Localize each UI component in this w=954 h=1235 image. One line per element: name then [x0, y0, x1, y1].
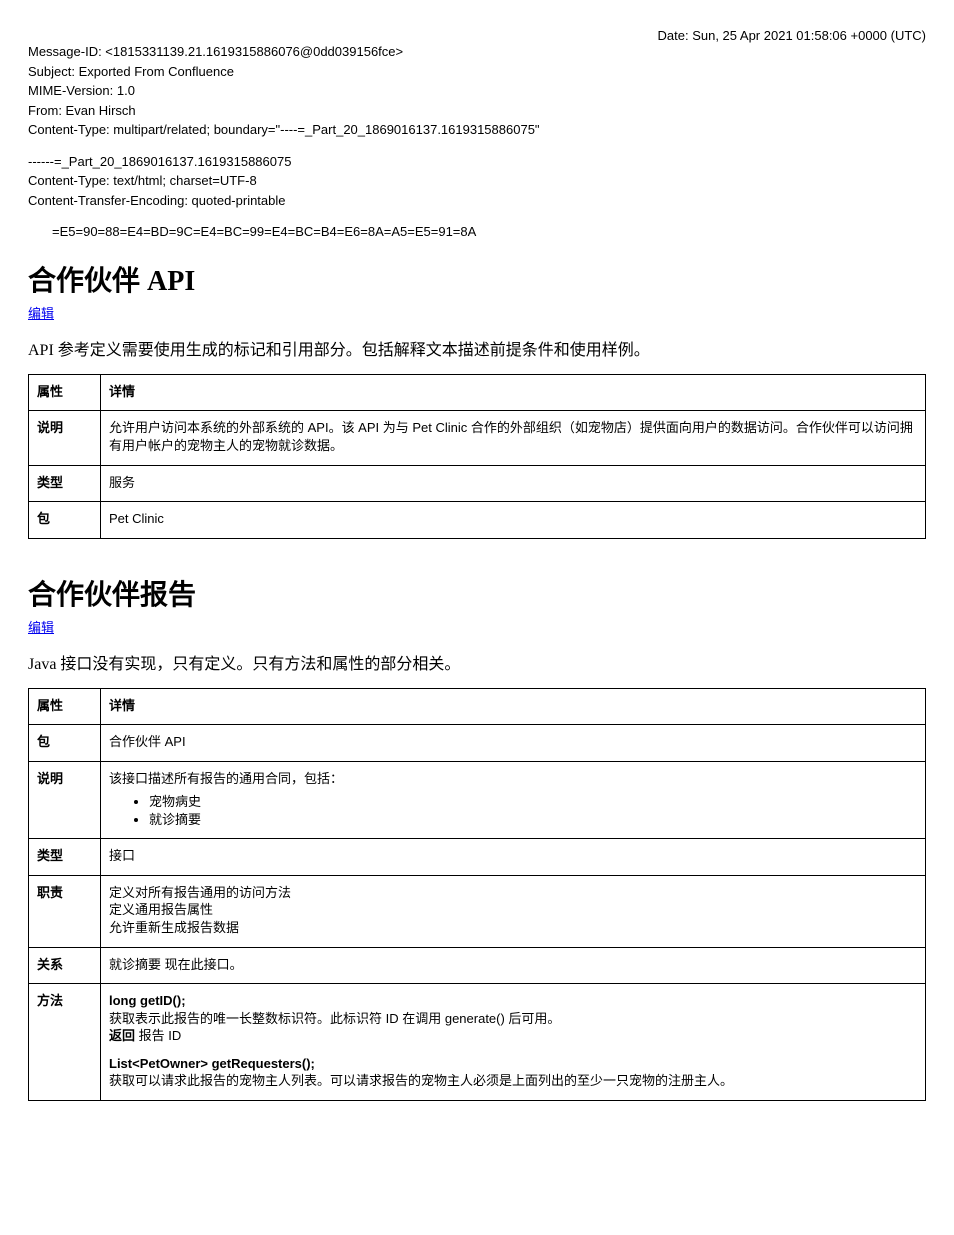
col-details: 详情 [101, 688, 926, 725]
partner-api-edit-link[interactable]: 编辑 [28, 303, 54, 322]
row-label-description: 说明 [29, 761, 101, 839]
method-signature: long getID(); [109, 993, 186, 1008]
col-details: 详情 [101, 374, 926, 411]
partner-report-title: 合作伙伴报告 [28, 573, 926, 613]
meta-ctype2: Content-Type: text/html; charset=UTF-8 [28, 172, 926, 190]
method-description: 获取可以请求此报告的宠物主人列表。可以请求报告的宠物主人必须是上面列出的至少一只… [109, 1072, 917, 1090]
list-item: 宠物病史 [149, 793, 917, 811]
meta-ctype: Content-Type: multipart/related; boundar… [28, 121, 926, 139]
meta-msgid: Message-ID: <1815331139.21.1619315886076… [28, 43, 926, 61]
row-value-responsibilities: 定义对所有报告通用的访问方法 定义通用报告属性 允许重新生成报告数据 [101, 875, 926, 947]
partner-api-description: API 参考定义需要使用生成的标记和引用部分。包括解释文本描述前提条件和使用样例… [28, 336, 926, 360]
resp-line: 定义通用报告属性 [109, 901, 917, 919]
partner-api-table: 属性 详情 说明 允许用户访问本系统的外部系统的 API。该 API 为与 Pe… [28, 374, 926, 539]
partner-report-description: Java 接口没有实现，只有定义。只有方法和属性的部分相关。 [28, 650, 926, 674]
meta-boundary: ------=_Part_20_1869016137.1619315886075 [28, 153, 926, 171]
table-row: 类型 服务 [29, 465, 926, 502]
partner-api-title: 合作伙伴 API [28, 259, 926, 299]
meta-from: From: Evan Hirsch [28, 102, 926, 120]
method-signature: List<PetOwner> getRequesters(); [109, 1056, 315, 1071]
meta-mime: MIME-Version: 1.0 [28, 82, 926, 100]
table-row: 说明 允许用户访问本系统的外部系统的 API。该 API 为与 Pet Clin… [29, 411, 926, 465]
row-value-package: 合作伙伴 API [101, 725, 926, 762]
row-value-relationships: 就诊摘要 现在此接口。 [101, 947, 926, 984]
row-label-type: 类型 [29, 839, 101, 876]
row-value-methods: long getID(); 获取表示此报告的唯一长整数标识符。此标识符 ID 在… [101, 984, 926, 1101]
method-description: 获取表示此报告的唯一长整数标识符。此标识符 ID 在调用 generate() … [109, 1010, 917, 1028]
table-row: 关系 就诊摘要 现在此接口。 [29, 947, 926, 984]
meta-encoded-title: =E5=90=88=E4=BD=9C=E4=BC=99=E4=BC=B4=E6=… [28, 223, 926, 241]
desc-intro: 该接口描述所有报告的通用合同，包括： [109, 771, 343, 786]
table-row: 方法 long getID(); 获取表示此报告的唯一长整数标识符。此标识符 I… [29, 984, 926, 1101]
row-label-methods: 方法 [29, 984, 101, 1101]
table-row: 职责 定义对所有报告通用的访问方法 定义通用报告属性 允许重新生成报告数据 [29, 875, 926, 947]
row-value-description: 该接口描述所有报告的通用合同，包括： 宠物病史 就诊摘要 [101, 761, 926, 839]
resp-line: 定义对所有报告通用的访问方法 [109, 884, 917, 902]
table-row: 包 合作伙伴 API [29, 725, 926, 762]
row-label-description: 说明 [29, 411, 101, 465]
row-value-package: Pet Clinic [101, 502, 926, 539]
list-item: 就诊摘要 [149, 811, 917, 829]
col-property: 属性 [29, 688, 101, 725]
row-value-description: 允许用户访问本系统的外部系统的 API。该 API 为与 Pet Clinic … [101, 411, 926, 465]
table-header-row: 属性 详情 [29, 688, 926, 725]
row-label-type: 类型 [29, 465, 101, 502]
table-row: 包 Pet Clinic [29, 502, 926, 539]
col-property: 属性 [29, 374, 101, 411]
partner-report-table: 属性 详情 包 合作伙伴 API 说明 该接口描述所有报告的通用合同，包括： 宠… [28, 688, 926, 1101]
resp-line: 允许重新生成报告数据 [109, 919, 917, 937]
export-date: Date: Sun, 25 Apr 2021 01:58:06 +0000 (U… [28, 28, 926, 43]
table-row: 说明 该接口描述所有报告的通用合同，包括： 宠物病史 就诊摘要 [29, 761, 926, 839]
meta-subject: Subject: Exported From Confluence [28, 63, 926, 81]
meta-cenc: Content-Transfer-Encoding: quoted-printa… [28, 192, 926, 210]
method-return-label: 返回 [109, 1028, 135, 1043]
row-label-package: 包 [29, 725, 101, 762]
row-value-type: 服务 [101, 465, 926, 502]
row-label-relationships: 关系 [29, 947, 101, 984]
table-row: 类型 接口 [29, 839, 926, 876]
row-label-package: 包 [29, 502, 101, 539]
row-label-responsibilities: 职责 [29, 875, 101, 947]
row-value-type: 接口 [101, 839, 926, 876]
desc-list: 宠物病史 就诊摘要 [109, 793, 917, 828]
partner-report-edit-link[interactable]: 编辑 [28, 617, 54, 636]
export-meta: Message-ID: <1815331139.21.1619315886076… [28, 43, 926, 241]
table-header-row: 属性 详情 [29, 374, 926, 411]
method-return-value: 报告 ID [139, 1028, 182, 1043]
